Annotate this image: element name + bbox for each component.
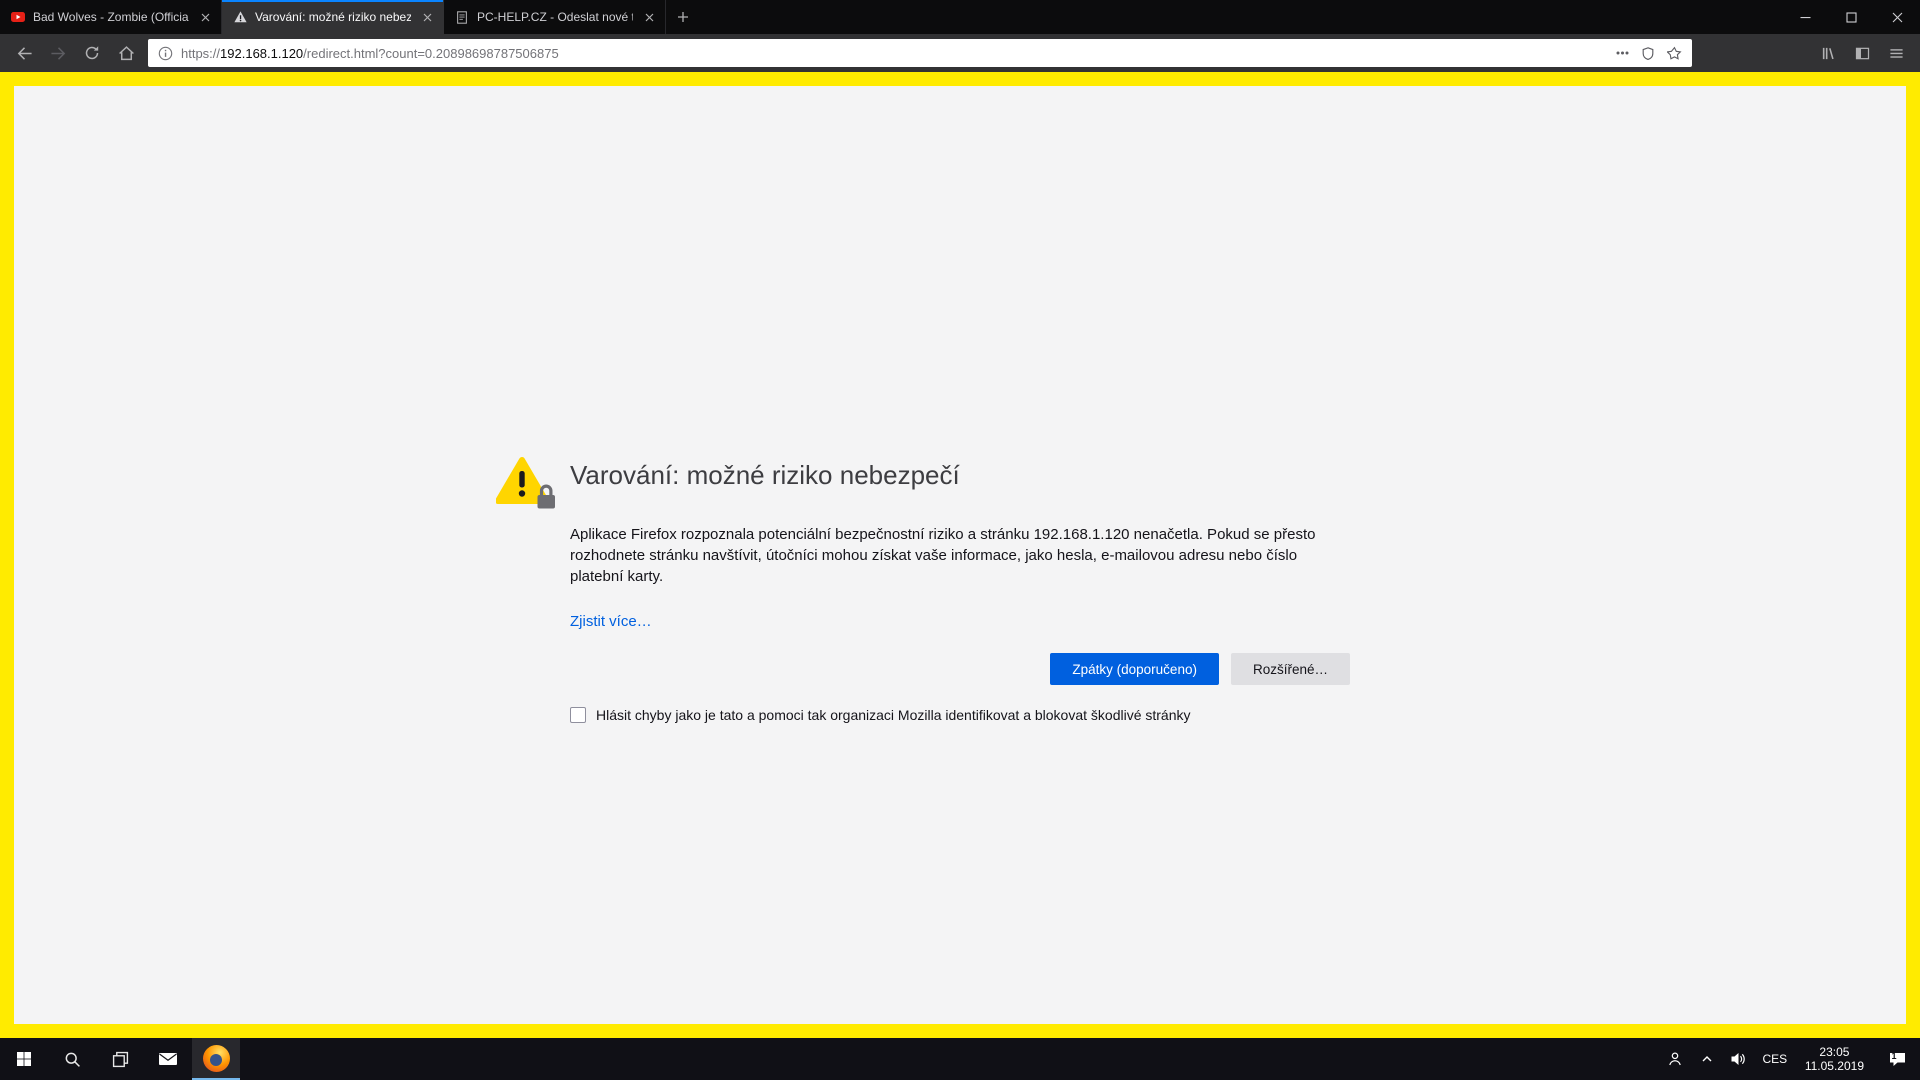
tab-youtube[interactable]: Bad Wolves - Zombie (Official V — [0, 0, 222, 34]
tab-close-icon[interactable] — [418, 8, 436, 26]
people-icon[interactable] — [1659, 1038, 1691, 1080]
mail-app-button[interactable] — [144, 1038, 192, 1080]
page-viewport: Varování: možné riziko nebezpečí Aplikac… — [0, 72, 1920, 1038]
site-info-icon[interactable] — [158, 46, 173, 61]
firefox-window: Bad Wolves - Zombie (Official V Varování… — [0, 0, 1920, 1080]
tab-title: PC-HELP.CZ - Odeslat nové té — [477, 10, 633, 24]
navigation-toolbar: https://192.168.1.120/redirect.html?coun… — [0, 34, 1920, 72]
windows-taskbar: CES 23:05 11.05.2019 1 — [0, 1038, 1920, 1080]
youtube-icon — [10, 9, 26, 25]
tray-chevron-icon[interactable] — [1691, 1038, 1723, 1080]
cert-error-page: Varování: možné riziko nebezpečí Aplikac… — [14, 86, 1906, 1024]
menu-button[interactable] — [1880, 38, 1912, 68]
report-checkbox[interactable] — [570, 707, 586, 723]
page-actions — [1616, 46, 1682, 61]
tab-close-icon[interactable] — [640, 8, 658, 26]
bookmark-star-icon[interactable] — [1667, 46, 1682, 61]
sidebar-button[interactable] — [1846, 38, 1878, 68]
clock-date: 11.05.2019 — [1805, 1059, 1864, 1073]
notification-badge: 1 — [1874, 1051, 1914, 1061]
url-domain: 192.168.1.120 — [220, 46, 303, 61]
tab-title: Bad Wolves - Zombie (Official V — [33, 10, 189, 24]
task-view-button[interactable] — [96, 1038, 144, 1080]
tab-close-icon[interactable] — [196, 8, 214, 26]
go-back-button[interactable]: Zpátky (doporučeno) — [1050, 653, 1219, 685]
error-content: Varování: možné riziko nebezpečí Aplikac… — [570, 86, 1350, 724]
url-scheme: https:// — [181, 46, 220, 61]
start-button[interactable] — [0, 1038, 48, 1080]
search-button[interactable] — [48, 1038, 96, 1080]
error-buttons: Zpátky (doporučeno) Rozšířené… — [570, 653, 1350, 685]
document-icon — [454, 9, 470, 25]
learn-more-link[interactable]: Zjistit více… — [570, 613, 652, 631]
tab-cert-warning[interactable]: Varování: možné riziko nebezpe — [222, 0, 444, 34]
window-controls — [1782, 0, 1920, 34]
system-tray: CES 23:05 11.05.2019 1 — [1659, 1038, 1920, 1080]
advanced-button[interactable]: Rozšířené… — [1231, 653, 1350, 685]
tab-bar: Bad Wolves - Zombie (Official V Varování… — [0, 0, 1920, 34]
maximize-button[interactable] — [1828, 0, 1874, 34]
action-center-icon[interactable]: 1 — [1874, 1038, 1920, 1080]
page-actions-icon[interactable] — [1616, 51, 1629, 55]
volume-icon[interactable] — [1723, 1038, 1755, 1080]
url-bar[interactable]: https://192.168.1.120/redirect.html?coun… — [148, 39, 1692, 67]
library-button[interactable] — [1812, 38, 1844, 68]
url-text[interactable]: https://192.168.1.120/redirect.html?coun… — [181, 46, 1608, 61]
reload-button[interactable] — [76, 38, 108, 68]
report-checkbox-label: Hlásit chyby jako je tato a pomoci tak o… — [596, 707, 1191, 724]
forward-button[interactable] — [42, 38, 74, 68]
url-path: /redirect.html?count=0.20898698787506875 — [303, 46, 559, 61]
report-error-row: Hlásit chyby jako je tato a pomoci tak o… — [570, 707, 1350, 724]
clock-time: 23:05 — [1819, 1045, 1849, 1059]
new-tab-button[interactable] — [666, 0, 700, 34]
error-title: Varování: možné riziko nebezpečí — [570, 458, 1350, 492]
warning-icon — [232, 9, 248, 25]
warning-lock-icon — [496, 454, 556, 512]
minimize-button[interactable] — [1782, 0, 1828, 34]
home-button[interactable] — [110, 38, 142, 68]
tab-title: Varování: možné riziko nebezpe — [255, 10, 411, 24]
protection-shield-icon[interactable] — [1641, 46, 1655, 61]
firefox-icon — [203, 1045, 230, 1072]
tab-pchelp[interactable]: PC-HELP.CZ - Odeslat nové té — [444, 0, 666, 34]
clock[interactable]: 23:05 11.05.2019 — [1795, 1038, 1874, 1080]
back-button[interactable] — [8, 38, 40, 68]
language-indicator[interactable]: CES — [1755, 1038, 1795, 1080]
close-button[interactable] — [1874, 0, 1920, 34]
firefox-app-button[interactable] — [192, 1038, 240, 1080]
titlebar-drag-area — [700, 0, 1782, 34]
error-description: Aplikace Firefox rozpoznala potenciální … — [570, 524, 1350, 587]
